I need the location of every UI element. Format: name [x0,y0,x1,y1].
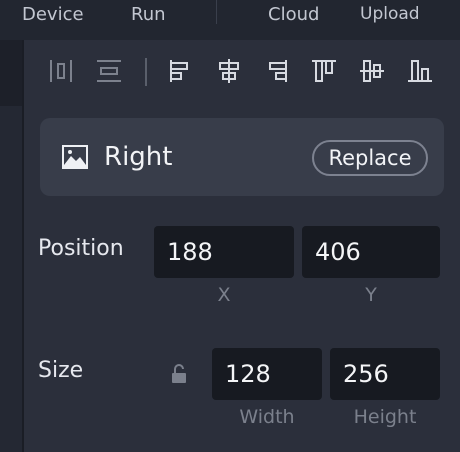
align-left-icon[interactable] [165,56,195,86]
asset-name: Right [104,142,173,172]
distribute-horizontal-icon[interactable] [46,56,76,86]
align-top-icon[interactable] [309,56,339,86]
size-width-field[interactable]: 128 [212,348,322,400]
distribute-vertical-icon[interactable] [94,56,124,86]
align-middle-vertical-icon[interactable] [357,56,387,86]
unlock-icon[interactable] [171,364,187,384]
position-label: Position [38,236,124,261]
tab-device[interactable]: Device [22,4,84,25]
left-panel-selected-item[interactable] [0,40,22,106]
tab-cloud[interactable]: Cloud [268,4,319,25]
top-bar: Device Run Cloud Upload [0,0,460,40]
left-panel [0,40,22,452]
position-x-field[interactable]: 188 [154,226,294,278]
size-label: Size [38,358,84,383]
replace-button[interactable]: Replace [312,140,428,176]
size-height-label: Height [353,406,417,428]
position-y-label: Y [365,284,377,306]
align-center-horizontal-icon[interactable] [214,56,244,86]
toolbar-separator [145,58,147,86]
align-right-icon[interactable] [262,56,292,86]
tab-run[interactable]: Run [131,4,166,25]
tab-upload[interactable]: Upload [360,4,420,24]
align-bottom-icon[interactable] [405,56,435,86]
tab-separator [216,0,217,24]
position-y-field[interactable]: 406 [302,226,440,278]
size-width-label: Width [239,406,295,428]
alignment-toolbar [24,40,460,108]
image-icon [62,145,88,169]
size-height-field[interactable]: 256 [330,348,440,400]
asset-card: Right Replace [40,118,444,196]
position-x-label: X [217,284,231,306]
